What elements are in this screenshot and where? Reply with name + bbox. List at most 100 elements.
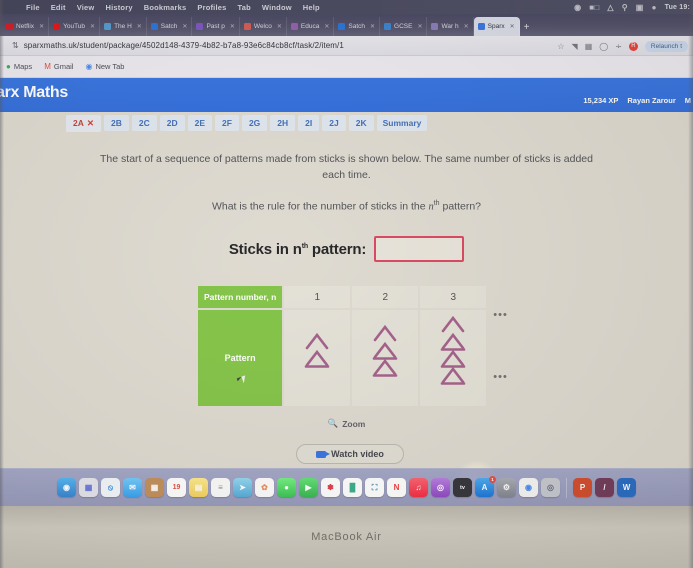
star-icon[interactable]: ☆ — [557, 42, 564, 51]
watch-video-button[interactable]: Watch video — [296, 444, 404, 464]
search-icon[interactable]: ⚲ — [622, 3, 628, 12]
tab-close-icon[interactable]: ✕ — [464, 23, 469, 30]
tab-2k[interactable]: 2K — [348, 115, 374, 131]
menu-help[interactable]: Help — [303, 3, 320, 12]
tab-title: Netflix — [16, 23, 35, 30]
menu-window[interactable]: Window — [262, 3, 292, 12]
dock-app-facetime[interactable]: ▶ — [299, 478, 318, 497]
dock-app-photos[interactable]: ✿ — [255, 478, 274, 497]
extension-icon[interactable]: ◥ — [572, 42, 578, 51]
tab-2b[interactable]: 2B — [104, 115, 129, 131]
dock-app-word[interactable]: W — [617, 478, 636, 497]
tab-2d[interactable]: 2D — [159, 115, 185, 131]
dock-app-maps[interactable]: ➤ — [233, 478, 252, 497]
siri-icon[interactable]: ● — [652, 3, 657, 12]
dock-app-onenote[interactable]: / — [595, 478, 614, 497]
menu-edit[interactable]: Edit — [51, 3, 66, 12]
browser-tab[interactable]: GCSE ✕ — [380, 17, 428, 36]
address-bar[interactable]: ⇅ sparxmaths.uk/student/package/4502d148… — [0, 41, 344, 50]
tab-close-icon[interactable]: ✕ — [137, 23, 142, 30]
bookmark-gmail[interactable]: M Gmail — [44, 62, 73, 71]
tab-close-icon[interactable]: ✕ — [230, 23, 235, 30]
dock-app-reminders[interactable]: ≡ — [211, 478, 230, 497]
tab-close-icon[interactable]: ✕ — [182, 23, 187, 30]
tab-2j[interactable]: 2J — [322, 115, 346, 131]
dock-app-numbers[interactable]: █ — [343, 478, 362, 497]
dock-app-appletv[interactable]: tv — [453, 478, 472, 497]
tab-close-icon[interactable]: ✕ — [510, 23, 515, 30]
menu-icon[interactable]: M — [685, 96, 691, 105]
dock-app-finder[interactable]: ◉ — [57, 478, 76, 497]
browser-tab[interactable]: Educa ✕ — [287, 17, 335, 36]
device-label: MacBook Air — [311, 531, 382, 543]
tab-2c[interactable]: 2C — [131, 115, 157, 131]
share-icon[interactable]: ⇅ — [12, 41, 19, 50]
browser-tab[interactable]: Welco ✕ — [240, 17, 287, 36]
dock-app-launchpad[interactable]: ▦ — [79, 478, 98, 497]
dock-app-preview[interactable]: ◎ — [541, 478, 560, 497]
dock-app-keynote[interactable]: ⛶ — [365, 478, 384, 497]
dock-app-freeform[interactable]: ✽ — [321, 478, 340, 497]
menu-history[interactable]: History — [105, 3, 132, 12]
dock-app-system-settings[interactable]: ⚙ — [497, 478, 516, 497]
dock-app-calendar[interactable]: 19 — [167, 478, 186, 497]
browser-tab[interactable]: Satch ✕ — [147, 17, 193, 36]
screen-mirror-icon[interactable]: ▣ — [636, 3, 644, 12]
user-name[interactable]: Rayan Zarour — [627, 96, 675, 105]
dock-app-messages[interactable]: ● — [277, 478, 296, 497]
tab-close-icon[interactable]: ✕ — [90, 23, 95, 30]
tab-2a[interactable]: 2A ✕ — [66, 114, 101, 132]
menu-file[interactable]: File — [26, 3, 40, 12]
dock-app-notes[interactable]: ▤ — [189, 478, 208, 497]
dock-app-podcasts[interactable]: ◎ — [431, 478, 450, 497]
cast-icon[interactable]: ◯ — [599, 42, 608, 51]
reading-list-icon[interactable]: ▦ — [585, 42, 593, 51]
zoom-link[interactable]: 🔍 Zoom — [0, 418, 693, 429]
browser-tab[interactable]: Netflix ✕ — [2, 17, 50, 36]
tab-close-icon[interactable]: ✕ — [324, 23, 329, 30]
bookmark-maps[interactable]: ● Maps — [6, 62, 32, 71]
answer-row: Sticks in nth pattern: — [0, 236, 693, 262]
menu-bookmarks[interactable]: Bookmarks — [144, 3, 187, 12]
menu-tab[interactable]: Tab — [238, 3, 251, 12]
battery-icon[interactable]: ■□ — [589, 3, 599, 12]
bookmark-label: New Tab — [95, 62, 125, 71]
table-row-patterns: Pattern — [198, 310, 487, 406]
dock-app-appstore[interactable]: A1 — [475, 476, 496, 497]
browser-tab[interactable]: YouTub ✕ — [49, 17, 101, 36]
dock-app-contacts[interactable]: ▦ — [145, 478, 164, 497]
menu-profiles[interactable]: Profiles — [197, 3, 226, 12]
menu-view[interactable]: View — [77, 3, 95, 12]
new-tab-button[interactable]: + — [520, 22, 534, 36]
browser-tab[interactable]: Past p ✕ — [192, 17, 240, 36]
wifi-icon[interactable]: △ — [607, 3, 613, 12]
translate-icon[interactable]: ∻ — [615, 42, 622, 51]
tab-2g[interactable]: 2G — [241, 115, 268, 131]
dock-app-news[interactable]: N — [387, 478, 406, 497]
dock-app-mail[interactable]: ✉ — [123, 478, 142, 497]
tab-2f[interactable]: 2F — [215, 115, 239, 131]
tab-favicon — [104, 23, 112, 30]
dock-app-safari[interactable]: ⦸ — [101, 478, 120, 497]
browser-tab-active[interactable]: Sparx ✕ — [473, 17, 520, 36]
browser-tab[interactable]: War h ✕ — [427, 17, 474, 36]
dock-app-powerpoint[interactable]: P — [573, 478, 592, 497]
control-center-icon[interactable]: ◉ — [574, 3, 581, 12]
tab-summary[interactable]: Summary — [376, 115, 428, 131]
tab-close-icon[interactable]: ✕ — [417, 23, 422, 30]
tab-2i[interactable]: 2I — [298, 115, 320, 131]
avatar[interactable]: R — [628, 41, 638, 51]
tab-2h[interactable]: 2H — [270, 115, 296, 131]
tab-close-icon[interactable]: ✕ — [277, 23, 282, 30]
tab-close-icon[interactable]: ✕ — [39, 23, 44, 30]
relaunch-button[interactable]: Relaunch t — [644, 40, 688, 52]
browser-tab[interactable]: The H ✕ — [100, 17, 147, 36]
browser-tab[interactable]: Satch ✕ — [334, 17, 381, 36]
dock-app-chrome[interactable]: ◉ — [519, 478, 538, 497]
question-prompt-post: pattern? — [439, 200, 482, 212]
tab-close-icon[interactable]: ✕ — [370, 23, 375, 30]
bookmark-new-tab[interactable]: ◉ New Tab — [85, 62, 124, 71]
tab-2e[interactable]: 2E — [187, 115, 213, 131]
answer-input[interactable] — [374, 236, 465, 262]
dock-app-music[interactable]: ♫ — [409, 478, 428, 497]
